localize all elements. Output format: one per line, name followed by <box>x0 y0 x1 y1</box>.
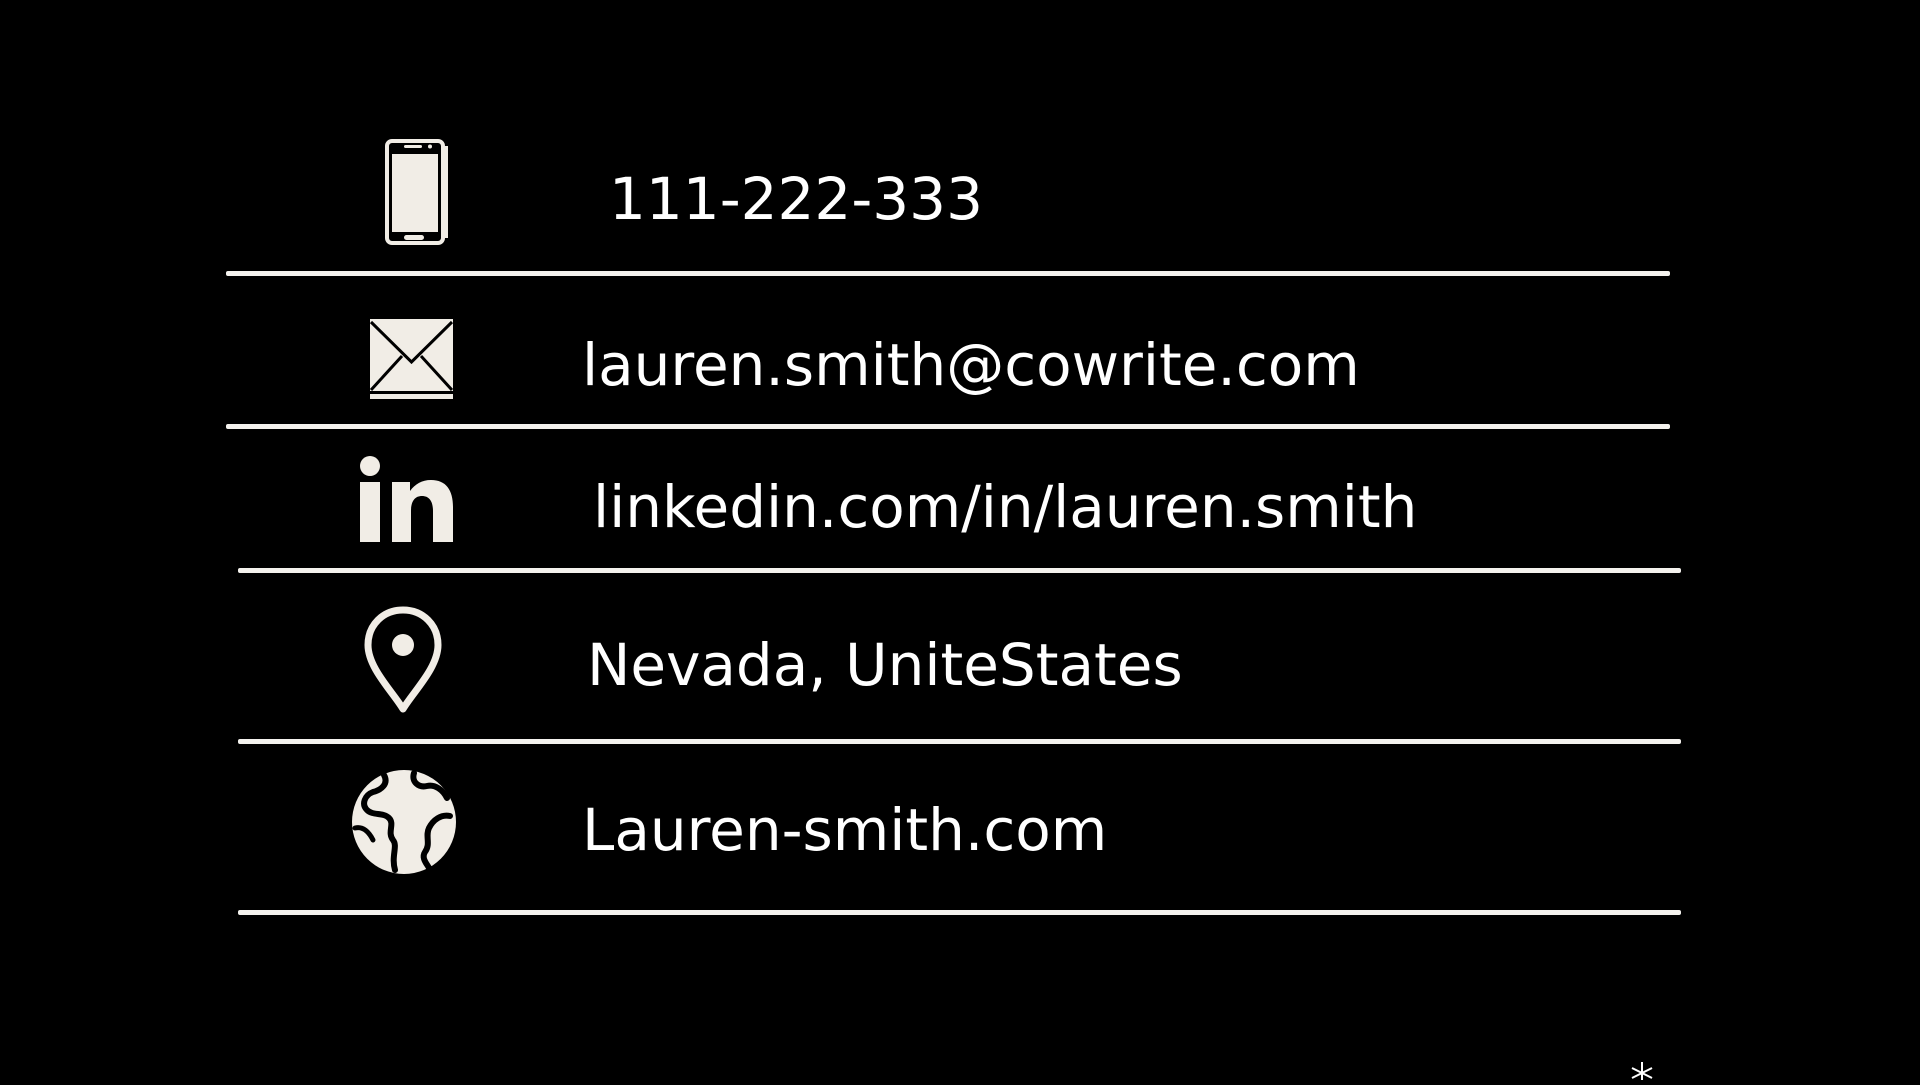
envelope-icon <box>369 318 454 400</box>
divider <box>238 910 1681 915</box>
contact-list: 111-222-333 lauren.smith@cowrite.com lin… <box>0 0 1920 1080</box>
smartphone-icon <box>384 138 450 246</box>
map-pin-icon <box>363 606 443 713</box>
email-address[interactable]: lauren.smith@cowrite.com <box>582 336 1360 394</box>
divider <box>238 568 1681 573</box>
sparkle-icon <box>1622 1056 1662 1080</box>
linkedin-icon <box>358 455 454 543</box>
globe-icon <box>351 766 457 878</box>
linkedin-url[interactable]: linkedin.com/in/lauren.smith <box>593 478 1417 536</box>
phone-number[interactable]: 111-222-333 <box>609 170 983 228</box>
divider <box>226 424 1670 429</box>
divider <box>226 271 1670 276</box>
website-url[interactable]: Lauren-smith.com <box>582 801 1107 859</box>
location: Nevada, UniteStates <box>587 631 1183 699</box>
divider <box>238 739 1681 744</box>
